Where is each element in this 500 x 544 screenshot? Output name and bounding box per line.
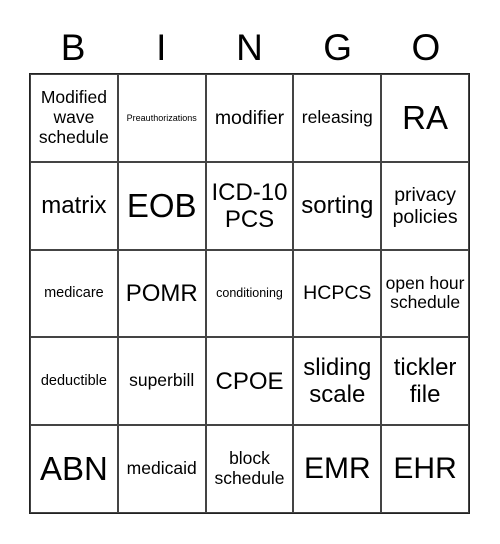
bingo-cell[interactable]: ABN (30, 425, 118, 513)
bingo-cell[interactable]: Preauthorizations (117, 74, 206, 162)
bingo-cell[interactable]: RA (381, 74, 469, 162)
header-letter-i: I (156, 27, 167, 68)
bingo-cell[interactable]: tickler file (381, 337, 469, 426)
bingo-cell[interactable]: releasing (293, 74, 382, 162)
bingo-cell[interactable]: block schedule (205, 425, 294, 513)
header-letter-n: N (236, 27, 263, 68)
bingo-cell[interactable]: open hour schedule (381, 249, 469, 338)
bingo-cell[interactable]: medicare (30, 249, 118, 338)
header-letter-o: O (411, 27, 441, 68)
bingo-cell[interactable]: conditioning (205, 249, 294, 338)
header-letter-b: B (60, 27, 86, 68)
bingo-cell[interactable]: CPOE (205, 337, 294, 426)
bingo-cell[interactable]: EMR (293, 425, 382, 513)
bingo-header: B I N G O (29, 24, 470, 72)
header-letter-g: G (323, 27, 353, 68)
bingo-cell[interactable]: POMR (117, 249, 206, 338)
bingo-cell[interactable]: sliding scale (293, 337, 382, 426)
bingo-cell[interactable]: ICD-10 PCS (205, 161, 294, 250)
bingo-cell[interactable]: deductible (30, 337, 118, 426)
bingo-cell[interactable]: HCPCS (293, 249, 382, 338)
bingo-cell[interactable]: Modified wave schedule (30, 74, 118, 162)
bingo-cell[interactable]: EHR (381, 425, 469, 513)
bingo-cell[interactable]: EOB (117, 161, 206, 250)
bingo-cell[interactable]: sorting (293, 161, 382, 250)
bingo-cell[interactable]: privacy policies (381, 161, 469, 250)
bingo-cell[interactable]: modifier (205, 74, 294, 162)
bingo-cell[interactable]: matrix (30, 161, 118, 250)
bingo-cell[interactable]: medicaid (117, 425, 206, 513)
bingo-cell[interactable]: superbill (117, 337, 206, 426)
bingo-card-grid: Modified wave schedule Preauthorizations… (29, 73, 470, 514)
